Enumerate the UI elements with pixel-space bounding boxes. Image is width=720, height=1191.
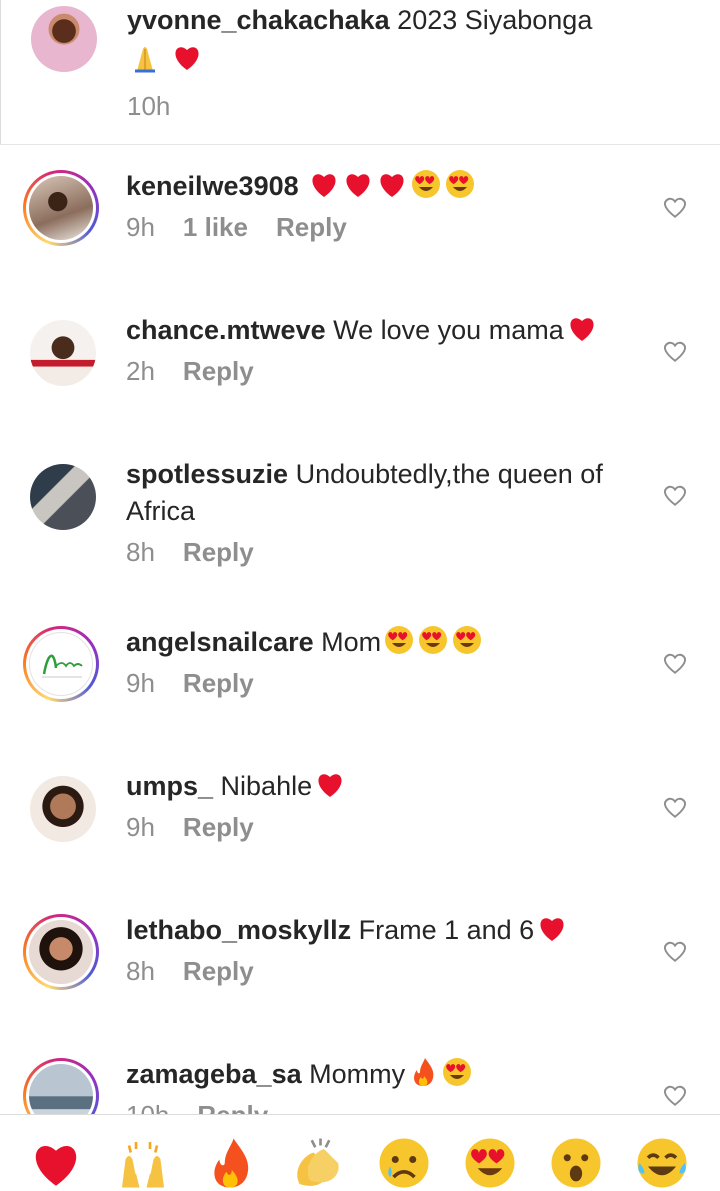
- fire-icon[interactable]: [202, 1135, 258, 1191]
- commenter-avatar[interactable]: [23, 914, 99, 990]
- comment-time: 8h: [126, 537, 155, 567]
- post-caption: yvonne_chakachaka 2023 Siyabonga 10h: [0, 0, 720, 145]
- comment-time: 9h: [126, 212, 155, 242]
- caption-avatar[interactable]: [31, 6, 97, 72]
- like-heart-icon[interactable]: [662, 1082, 688, 1108]
- folded-hands-icon: [135, 47, 155, 73]
- reply-button[interactable]: Reply: [276, 212, 347, 242]
- comment-time: 9h: [126, 668, 155, 698]
- commenter-avatar[interactable]: [30, 464, 96, 530]
- raising-hands-icon[interactable]: [115, 1135, 171, 1191]
- comment-text: Undoubtedly,the queen of: [295, 459, 603, 489]
- reply-button[interactable]: Reply: [183, 537, 254, 567]
- reply-button[interactable]: Reply: [183, 812, 254, 842]
- heart-eyes-icon: [446, 170, 475, 198]
- like-heart-icon[interactable]: [662, 482, 688, 508]
- commenter-avatar[interactable]: [23, 170, 99, 246]
- comment-username[interactable]: chance.mtweve: [126, 315, 326, 345]
- angels-logo-icon: [42, 654, 83, 678]
- heart-eyes-icon: [443, 1058, 472, 1086]
- heart-eyes-icon[interactable]: [462, 1135, 518, 1191]
- reply-button[interactable]: Reply: [183, 356, 254, 386]
- caption-username[interactable]: yvonne_chakachaka: [127, 5, 390, 35]
- comment-username[interactable]: umps_: [126, 771, 213, 801]
- commenter-avatar[interactable]: [30, 776, 96, 842]
- comment-text: Mommy: [309, 1059, 406, 1089]
- comment-username[interactable]: zamageba_sa: [126, 1059, 302, 1089]
- fire-icon: [414, 1058, 434, 1086]
- comment-time: 9h: [126, 812, 155, 842]
- comment-username[interactable]: spotlessuzie: [126, 459, 288, 489]
- caption-time: 10h: [127, 91, 171, 121]
- red-heart-icon: [312, 174, 336, 197]
- like-heart-icon[interactable]: [662, 194, 688, 220]
- reply-button[interactable]: Reply: [183, 668, 254, 698]
- comment-text: Nibahle: [220, 771, 313, 801]
- heart-eyes-icon: [453, 626, 482, 654]
- sad-tear-face-icon[interactable]: [376, 1135, 432, 1191]
- tears-of-joy-icon[interactable]: [634, 1135, 690, 1191]
- heart-eyes-icon: [385, 626, 414, 654]
- comment-text-continued: Africa: [126, 496, 196, 526]
- clapping-hands-icon[interactable]: [289, 1135, 345, 1191]
- caption-text: 2023 Siyabonga: [389, 5, 593, 35]
- comment-username[interactable]: angelsnailcare: [126, 627, 314, 657]
- comment-text: We love you mama: [333, 315, 564, 345]
- red-heart-icon: [174, 47, 199, 70]
- like-count[interactable]: 1 like: [183, 212, 248, 242]
- red-heart-icon: [570, 318, 594, 341]
- comment-time: 8h: [126, 956, 155, 986]
- like-heart-icon[interactable]: [662, 794, 688, 820]
- comment-text: Mom: [321, 627, 382, 657]
- comment-time: 2h: [126, 356, 155, 386]
- comment-text: Frame 1 and 6: [358, 915, 535, 945]
- heart-eyes-icon: [419, 626, 448, 654]
- red-heart-icon: [318, 774, 342, 797]
- red-heart-icon: [380, 174, 404, 197]
- red-heart-icon: [346, 174, 370, 197]
- comment-username[interactable]: keneilwe3908: [126, 171, 299, 201]
- like-heart-icon[interactable]: [662, 938, 688, 964]
- reply-button[interactable]: Reply: [183, 956, 254, 986]
- heart-eyes-icon: [412, 170, 441, 198]
- red-heart-icon: [540, 918, 564, 941]
- like-heart-icon[interactable]: [662, 650, 688, 676]
- red-heart-icon[interactable]: [28, 1135, 84, 1191]
- comment-username[interactable]: lethabo_moskyllz: [126, 915, 351, 945]
- commenter-avatar[interactable]: [23, 626, 99, 702]
- astonished-face-icon[interactable]: [548, 1135, 604, 1191]
- like-heart-icon[interactable]: [662, 338, 688, 364]
- emoji-reaction-bar: [0, 1114, 720, 1188]
- commenter-avatar[interactable]: [30, 320, 96, 386]
